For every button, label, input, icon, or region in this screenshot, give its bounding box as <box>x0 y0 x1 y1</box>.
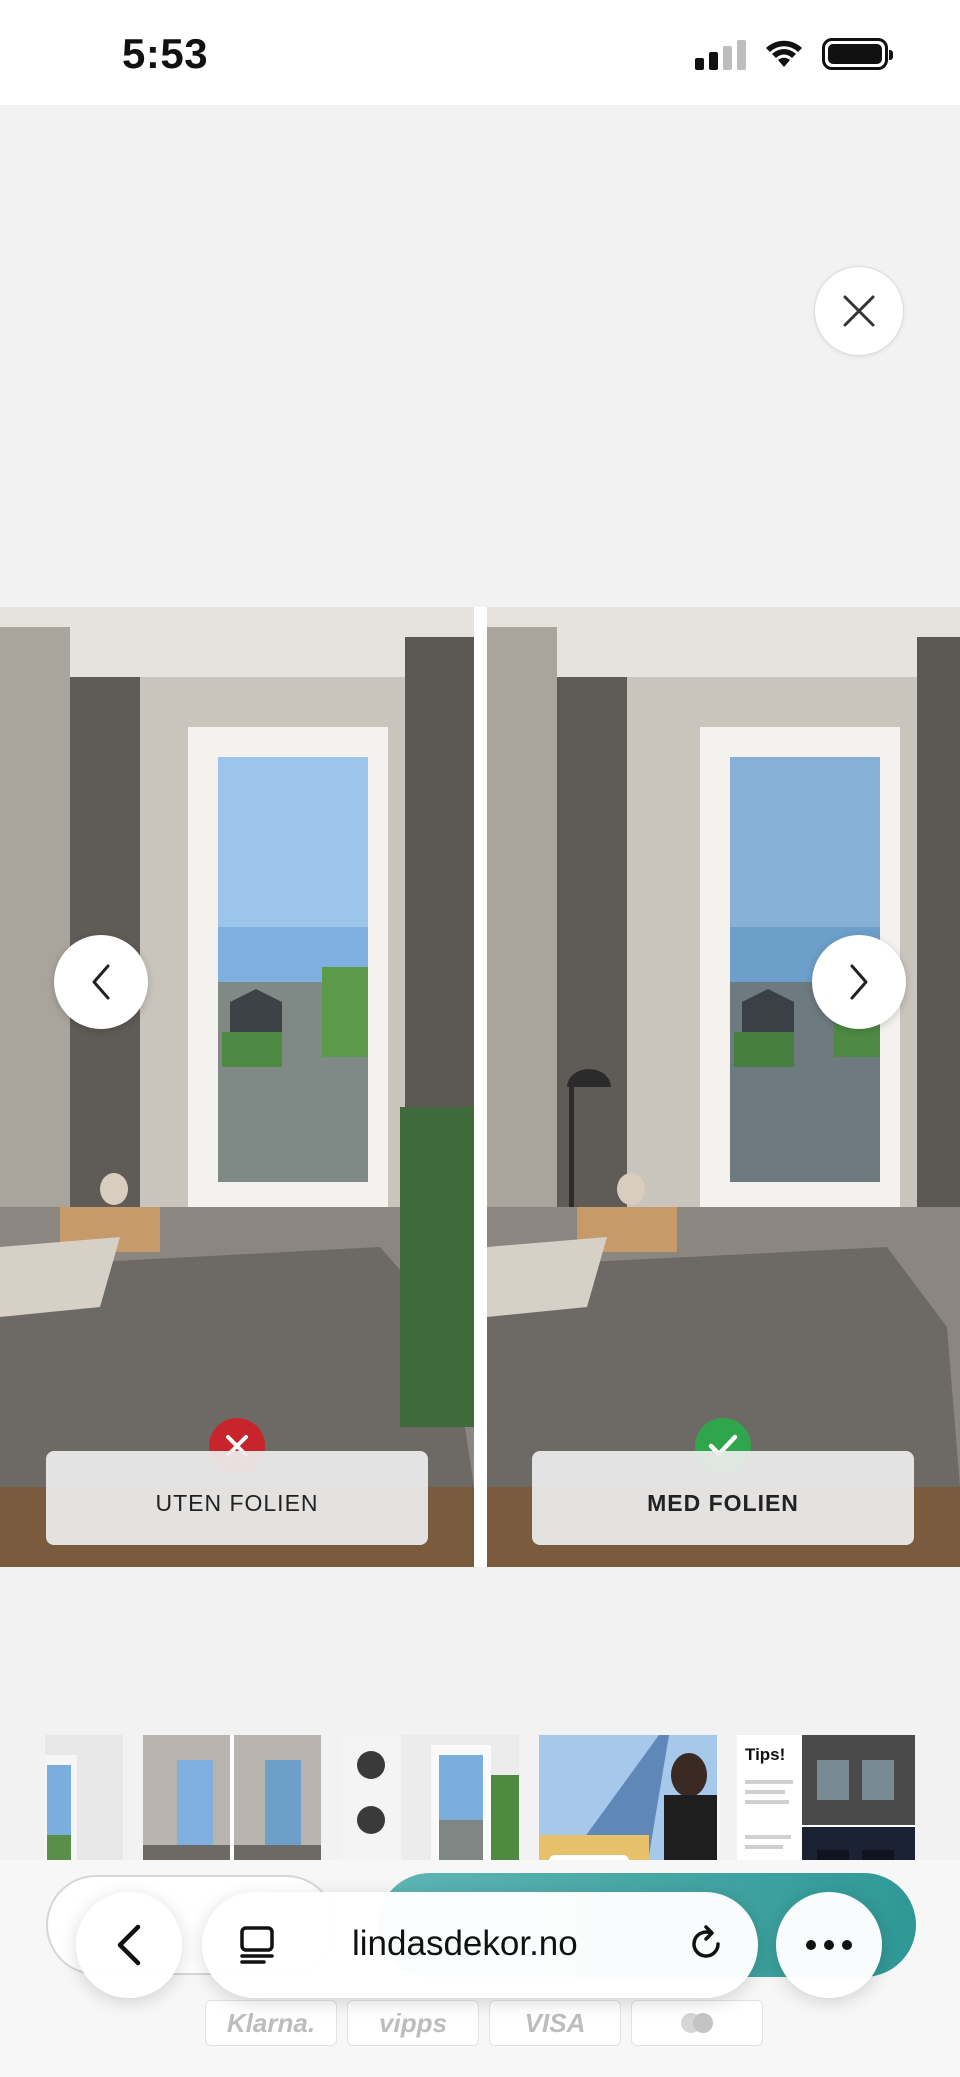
close-button[interactable] <box>814 266 904 356</box>
address-bar[interactable]: lindasdekor.no <box>202 1892 758 1998</box>
battery-icon <box>822 38 893 70</box>
previous-image-button[interactable] <box>54 935 148 1029</box>
main-product-image[interactable]: UTEN FOLIEN MED FOLIEN <box>0 607 960 1567</box>
signal-icon <box>695 38 746 70</box>
screen: 5:53 UTEN FOLIEN MED FOLIEN Tips! Klarna… <box>0 0 960 2077</box>
payment-visa: VISA <box>489 2000 621 2046</box>
next-image-button[interactable] <box>812 935 906 1029</box>
payment-mastercard <box>631 2000 763 2046</box>
after-label: MED FOLIEN <box>532 1451 914 1545</box>
chevron-left-icon <box>92 964 110 1000</box>
more-icon <box>806 1940 852 1950</box>
chevron-left-icon <box>117 1924 141 1966</box>
more-options-button[interactable] <box>776 1892 882 1998</box>
status-icons <box>695 38 893 70</box>
panel-divider <box>474 607 487 1567</box>
status-bar: 5:53 <box>0 0 960 105</box>
payment-klarna: Klarna. <box>205 2000 337 2046</box>
thumbnail-caption: Tips! <box>745 1745 786 1764</box>
browser-back-button[interactable] <box>76 1892 182 1998</box>
before-label: UTEN FOLIEN <box>46 1451 428 1545</box>
chevron-right-icon <box>850 964 868 1000</box>
payment-methods: Klarna. vipps VISA <box>205 2000 763 2046</box>
url-text: lindasdekor.no <box>352 1924 578 1963</box>
wifi-icon <box>766 40 802 67</box>
payment-vipps: vipps <box>347 2000 479 2046</box>
close-icon <box>843 295 875 327</box>
mastercard-icon <box>681 2013 713 2033</box>
tabs-icon <box>240 1926 274 1964</box>
status-time: 5:53 <box>122 30 209 77</box>
reload-icon[interactable] <box>684 1922 728 1966</box>
